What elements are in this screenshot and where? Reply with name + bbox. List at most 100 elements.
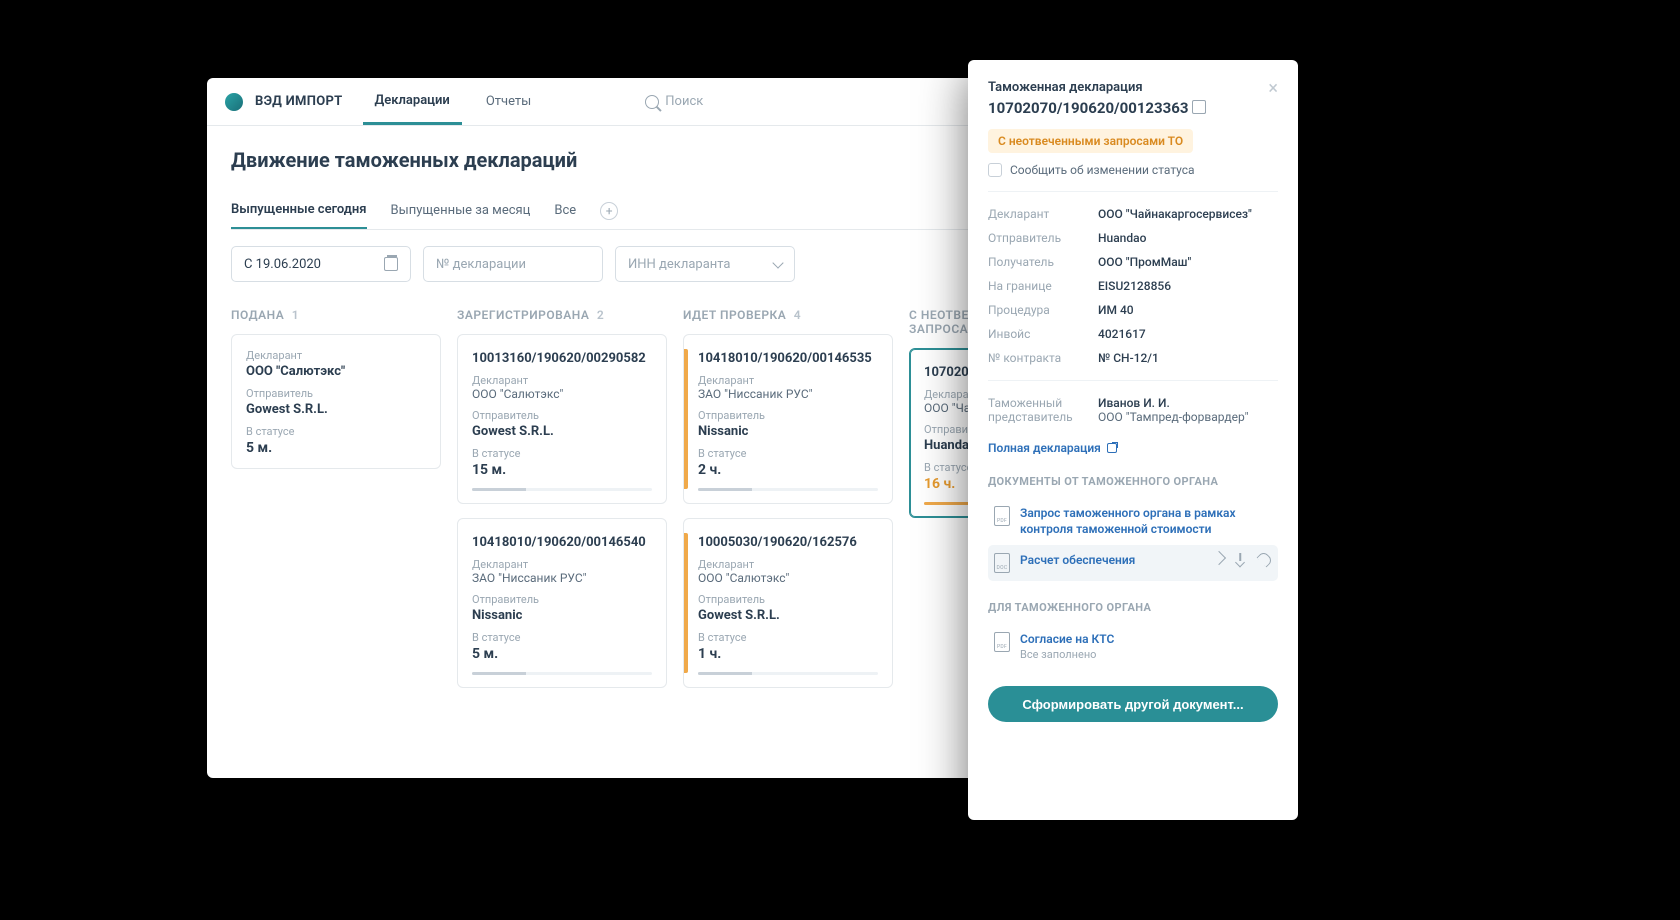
document-row[interactable]: Запрос таможенного органа в рамках контр… (988, 498, 1278, 545)
label-status: В статусе (472, 447, 652, 460)
declaration-card[interactable]: Декларант ООО "Салютэкс" Отправитель Gow… (231, 334, 441, 469)
column-submitted: ПОДАНА 1 Декларант ООО "Салютэкс" Отправ… (231, 308, 441, 702)
doc-icon (994, 553, 1010, 573)
rep-org: ООО "Тампред-форвардер" (1098, 410, 1248, 424)
document-name: Согласие на КТС (1020, 632, 1114, 646)
subtab-all[interactable]: Все (554, 193, 576, 228)
card-status: 5 м. (472, 646, 652, 662)
card-declarant: ООО "Салютэкс" (472, 387, 652, 401)
document-row[interactable]: Согласие на КТС Все заполнено (988, 624, 1278, 670)
info-value: ООО "Чайнакаргосервисез" (1098, 207, 1252, 221)
label-sender: Отправитель (472, 409, 652, 422)
label-sender: Отправитель (472, 593, 652, 606)
search-placeholder: Поиск (665, 94, 703, 109)
inn-placeholder: ИНН декларанта (628, 257, 731, 272)
document-name: Расчет обеспечения (1020, 553, 1200, 569)
card-number: 10418010/190620/00146535 (698, 351, 878, 366)
notify-checkbox-row[interactable]: Сообщить об изменении статуса (988, 163, 1278, 177)
tab-reports[interactable]: Отчеты (474, 80, 543, 123)
inn-select[interactable]: ИНН декларанта (615, 246, 795, 282)
download-icon[interactable] (1234, 553, 1246, 565)
full-declaration-link[interactable]: Полная декларация (988, 441, 1117, 455)
date-input[interactable]: С 19.06.2020 (231, 246, 411, 282)
declaration-card[interactable]: 10418010/190620/00146535 Декларант ЗАО "… (683, 334, 893, 504)
info-key: Отправитель (988, 231, 1088, 245)
card-status: 5 м. (246, 440, 426, 456)
label-status: В статусе (246, 425, 426, 438)
tab-declarations[interactable]: Декларации (363, 79, 462, 125)
label-declarant: Декларант (698, 558, 878, 571)
card-sender: Gowest S.R.L. (246, 402, 426, 417)
share-icon[interactable] (1257, 551, 1274, 568)
chevron-down-icon (772, 257, 783, 268)
label-declarant: Декларант (472, 374, 652, 387)
info-key: № контракта (988, 351, 1088, 365)
decl-placeholder: № декларации (436, 257, 526, 272)
card-number: 10013160/190620/00290582 (472, 351, 652, 366)
column-count: 4 (794, 308, 801, 322)
card-declarant: ООО "Салютэкс" (698, 571, 878, 585)
label-status: В статусе (698, 631, 878, 644)
info-key: Таможенный представитель (988, 396, 1088, 424)
close-icon[interactable]: × (1268, 80, 1278, 98)
label-status: В статусе (472, 631, 652, 644)
search[interactable]: Поиск (645, 94, 703, 109)
panel-title: Таможенная декларация (988, 80, 1206, 95)
card-status: 2 ч. (698, 462, 878, 478)
info-key: На границе (988, 279, 1088, 293)
label-sender: Отправитель (698, 593, 878, 606)
card-sender: Gowest S.R.L. (698, 608, 878, 623)
card-declarant: ООО "Салютэкс" (246, 364, 426, 379)
status-badge: С неотвеченными запросами ТО (988, 129, 1193, 153)
card-declarant: ЗАО "Ниссаник РУС" (698, 387, 878, 401)
copy-icon[interactable] (1194, 102, 1206, 114)
pdf-icon (994, 506, 1010, 526)
brand: ВЭД ИМПОРТ (255, 94, 343, 109)
column-checking: ИДЕТ ПРОВЕРКА 4 10418010/190620/00146535… (683, 308, 893, 702)
calendar-icon (384, 257, 398, 271)
cursor-icon (1212, 551, 1226, 565)
column-count: 1 (292, 308, 299, 322)
declaration-card[interactable]: 10013160/190620/00290582 Декларант ООО "… (457, 334, 667, 504)
section-docs-from: ДОКУМЕНТЫ ОТ ТАМОЖЕННОГО ОРГАНА (988, 475, 1278, 488)
divider (988, 191, 1278, 192)
label-sender: Отправитель (246, 387, 426, 400)
info-value: EISU2128856 (1098, 279, 1171, 293)
date-value: С 19.06.2020 (244, 257, 321, 272)
info-key: Инвойс (988, 327, 1088, 341)
label-sender: Отправитель (698, 409, 878, 422)
document-sub: Все заполнено (1020, 648, 1272, 662)
column-count: 2 (597, 308, 604, 322)
info-value: ИМ 40 (1098, 303, 1134, 317)
declaration-card[interactable]: 10418010/190620/00146540 Декларант ЗАО "… (457, 518, 667, 688)
card-sender: Gowest S.R.L. (472, 424, 652, 439)
label-declarant: Декларант (698, 374, 878, 387)
card-number: 10418010/190620/00146540 (472, 535, 652, 550)
subtab-today[interactable]: Выпущенные сегодня (231, 192, 367, 229)
info-key: Декларант (988, 207, 1088, 221)
divider (988, 380, 1278, 381)
card-declarant: ЗАО "Ниссаник РУС" (472, 571, 652, 585)
add-subtab-icon[interactable]: + (600, 202, 618, 220)
label-declarant: Декларант (472, 558, 652, 571)
document-row[interactable]: Расчет обеспечения (988, 545, 1278, 581)
panel-number: 10702070/190620/00123363 (988, 99, 1188, 117)
info-value: ООО "ПромМаш" (1098, 255, 1191, 269)
column-title: ПОДАНА (231, 308, 284, 322)
create-document-button[interactable]: Сформировать другой документ... (988, 686, 1278, 722)
info-value: Huandao (1098, 231, 1146, 245)
card-sender: Nissanic (472, 608, 652, 623)
declaration-number-input[interactable]: № декларации (423, 246, 603, 282)
label-status: В статусе (698, 447, 878, 460)
card-status: 15 м. (472, 462, 652, 478)
declaration-card[interactable]: 10005030/190620/162576 Декларант ООО "Са… (683, 518, 893, 688)
section-docs-to: ДЛЯ ТАМОЖЕННОГО ОРГАНА (988, 601, 1278, 614)
external-link-icon (1107, 443, 1117, 453)
column-title: ИДЕТ ПРОВЕРКА (683, 308, 786, 322)
checkbox-icon (988, 163, 1002, 177)
detail-panel: Таможенная декларация 10702070/190620/00… (968, 60, 1298, 820)
subtab-month[interactable]: Выпущенные за месяц (391, 193, 531, 228)
card-number: 10005030/190620/162576 (698, 535, 878, 550)
search-icon (645, 95, 659, 109)
document-name: Запрос таможенного органа в рамках контр… (1020, 506, 1272, 537)
